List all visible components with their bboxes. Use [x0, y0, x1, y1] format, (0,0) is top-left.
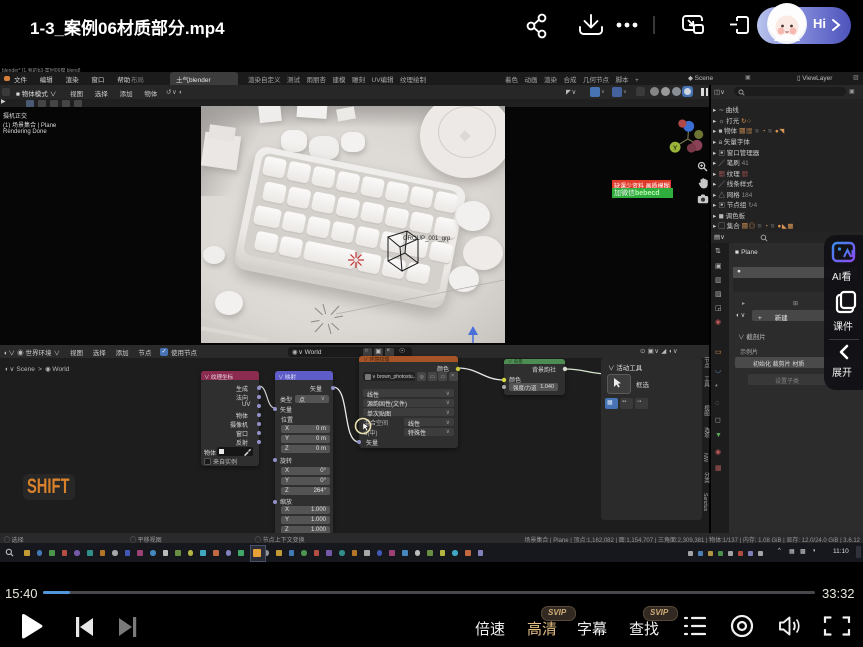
svg-text:Y: Y	[673, 145, 678, 152]
